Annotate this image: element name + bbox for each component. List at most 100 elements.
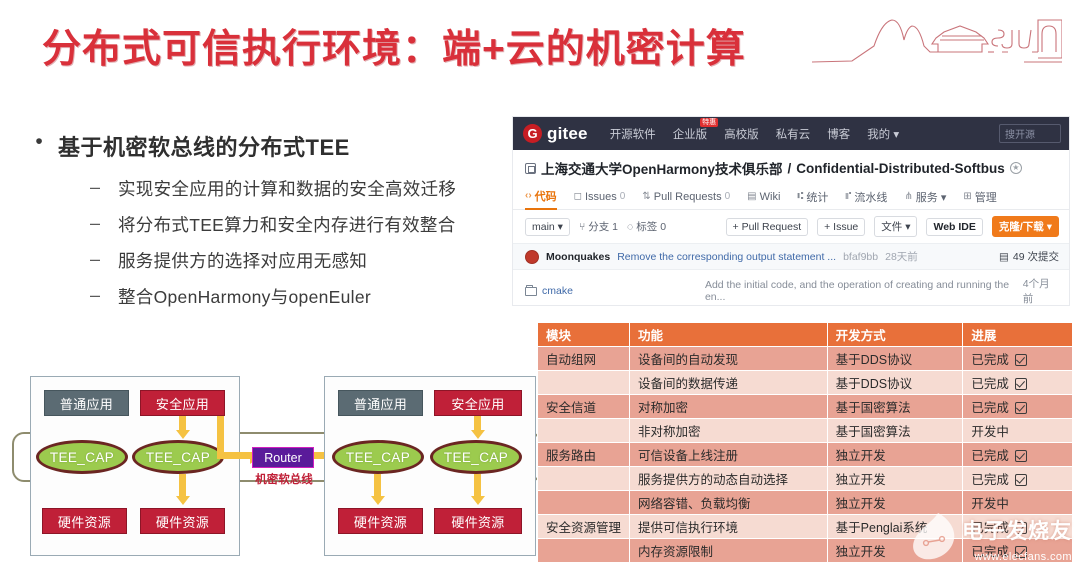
gitee-logo-icon[interactable]: G (523, 124, 542, 143)
files-dropdown[interactable]: 文件 ▾ (874, 216, 918, 237)
table-row: 非对称加密 基于国密算法 开发中 (536, 418, 1073, 443)
bullet-level1: • 基于机密软总线的分布式TEE (20, 130, 520, 162)
table-row: 安全信道 对称加密 基于国密算法 已完成 (536, 394, 1073, 419)
tab-statistics[interactable]: ⑆ 统计 (797, 184, 828, 210)
search-input[interactable]: 搜开源 (999, 124, 1061, 143)
cell-function: 非对称加密 (629, 418, 828, 443)
file-commit-message[interactable]: Add the initial code, and the operation … (705, 279, 1023, 303)
cell-method: 独立开发 (826, 442, 964, 467)
tag-count-label: 标签 0 (636, 221, 667, 233)
cell-function: 提供可信执行环境 (629, 514, 828, 539)
cell-module: 服务路由 (536, 442, 631, 467)
node-tee-cap-left-2: TEE_CAP (132, 440, 224, 474)
page-title: 分布式可信执行环境：端+云的机密计算 (42, 28, 746, 71)
cell-module (536, 418, 631, 443)
bullet-level2-text: 将分布式TEE算力和安全内存进行有效整合 (118, 215, 456, 235)
nav-item-mine[interactable]: 我的 ▾ (867, 126, 899, 142)
tab-services[interactable]: ⋔ 服务 ▾ (904, 184, 946, 210)
tab-count: 0 (619, 191, 626, 202)
cell-module (536, 370, 631, 395)
tag-count[interactable]: ◌ 标签 0 (627, 219, 666, 234)
branch-selector[interactable]: main ▾ (525, 217, 570, 236)
folder-entry[interactable]: cmake (525, 284, 573, 297)
cell-module (536, 490, 631, 515)
watermark-logo-icon (913, 513, 955, 560)
arrow-cap-to-hw-left (179, 474, 186, 498)
nav-item-enterprise[interactable]: 企业版 特惠 (673, 117, 719, 142)
nav-item-blog[interactable]: 博客 (827, 126, 850, 142)
node-normal-app-right: 普通应用 (338, 390, 423, 416)
clone-download-button[interactable]: 克隆/下载 ▾ (991, 216, 1059, 237)
nav-item-campus[interactable]: 高校版 (724, 126, 759, 142)
nav-label: 我的 ▾ (867, 128, 900, 141)
tab-code[interactable]: ‹› 代码 (525, 184, 557, 210)
cell-progress: 已完成 (962, 466, 1073, 491)
commit-count[interactable]: ▤ 49 次提交 (999, 249, 1059, 264)
done-check-icon (1014, 450, 1027, 462)
arrow-secure-to-router-v (217, 416, 224, 452)
nav-label: 开源软件 (609, 128, 656, 141)
cell-function: 对称加密 (629, 394, 828, 419)
cell-module: 安全信道 (536, 394, 631, 419)
nav-item-private-cloud[interactable]: 私有云 (776, 126, 811, 142)
branch-count[interactable]: ⑂ 分支 1 (579, 219, 618, 234)
repo-breadcrumb: 上海交通大学OpenHarmony技术俱乐部 / Confidential-Di… (513, 150, 1069, 184)
star-icon[interactable]: ★ (1009, 162, 1022, 174)
sjtu-campus-logo (812, 19, 1062, 63)
arrow-head-icon (470, 430, 485, 439)
arrow-head-icon (370, 496, 385, 505)
gitee-repo-panel: G gitee 开源软件 企业版 特惠 高校版 私有云 博客 我的 ▾ 搜开源 … (512, 116, 1070, 306)
cell-function: 可信设备上线注册 (629, 442, 828, 467)
architecture-diagram: 普通应用 安全应用 TEE_CAP TEE_CAP 硬件资源 硬件资源 Rout… (12, 368, 542, 564)
done-check-icon (1014, 402, 1027, 414)
cell-progress: 已完成 (962, 394, 1073, 419)
new-pull-request-button[interactable]: + Pull Request (725, 217, 809, 236)
manage-icon: ⊞ (963, 191, 972, 202)
pull-request-icon: ⇅ (642, 191, 651, 202)
new-issue-button[interactable]: + Issue (817, 217, 866, 236)
cell-function: 内存资源限制 (629, 538, 828, 563)
node-tee-cap-left-1: TEE_CAP (36, 440, 128, 474)
file-list-row: cmake Add the initial code, and the oper… (513, 270, 1069, 312)
tab-manage[interactable]: ⊞ 管理 (963, 184, 996, 210)
node-normal-app-left: 普通应用 (44, 390, 129, 416)
cell-module: 自动组网 (536, 346, 631, 371)
arrow-head-icon (470, 496, 485, 505)
node-secure-app-left: 安全应用 (140, 390, 225, 416)
nav-item-opensource[interactable]: 开源软件 (610, 126, 656, 142)
column-header-function: 功能 (629, 322, 828, 347)
commit-hash[interactable]: bfaf9bb (843, 251, 878, 263)
column-header-progress: 进展 (962, 322, 1073, 347)
progress-text: 开发中 (971, 497, 1009, 511)
cell-function: 服务提供方的动态自动选择 (629, 466, 828, 491)
node-tee-cap-right-2: TEE_CAP (430, 440, 522, 474)
services-icon: ⋔ (904, 191, 913, 202)
table-row: 设备间的数据传递 基于DDS协议 已完成 (536, 370, 1073, 395)
table-header-row: 模块 功能 开发方式 进展 (536, 322, 1073, 347)
tab-label: Pull Requests (653, 190, 722, 203)
repo-name[interactable]: Confidential-Distributed-Softbus (796, 161, 1004, 176)
gitee-nav: 开源软件 企业版 特惠 高校版 私有云 博客 我的 ▾ (610, 117, 899, 142)
repo-owner[interactable]: 上海交通大学OpenHarmony技术俱乐部 (541, 158, 783, 178)
commit-author[interactable]: Moonquakes (546, 251, 610, 263)
tab-pull-requests[interactable]: ⇅ Pull Requests 0 (642, 184, 730, 210)
commit-message[interactable]: Remove the corresponding output statemen… (617, 251, 836, 263)
cell-method: 基于DDS协议 (826, 370, 964, 395)
progress-text: 已完成 (971, 353, 1009, 367)
tab-label: 管理 (974, 191, 997, 204)
gitee-logo-text[interactable]: gitee (547, 124, 588, 144)
tab-pipeline[interactable]: ⑈ 流水线 (845, 184, 887, 210)
web-ide-button[interactable]: Web IDE (926, 217, 983, 236)
avatar[interactable] (525, 249, 539, 264)
tab-label: Wiki (759, 190, 781, 203)
tag-icon: ◌ (627, 220, 634, 233)
nav-label: 高校版 (724, 128, 759, 141)
folder-name: cmake (542, 285, 573, 297)
issues-icon: ◻ (573, 191, 582, 202)
tab-issues[interactable]: ◻ Issues 0 (574, 184, 626, 210)
promo-badge: 特惠 (700, 117, 719, 127)
tab-wiki[interactable]: ▤ Wiki (747, 184, 780, 210)
cell-function: 网络容错、负载均衡 (629, 490, 828, 515)
bullet-level2-text: 整合OpenHarmony与openEuler (118, 287, 371, 307)
bullet-marker-dash: – (90, 249, 101, 269)
